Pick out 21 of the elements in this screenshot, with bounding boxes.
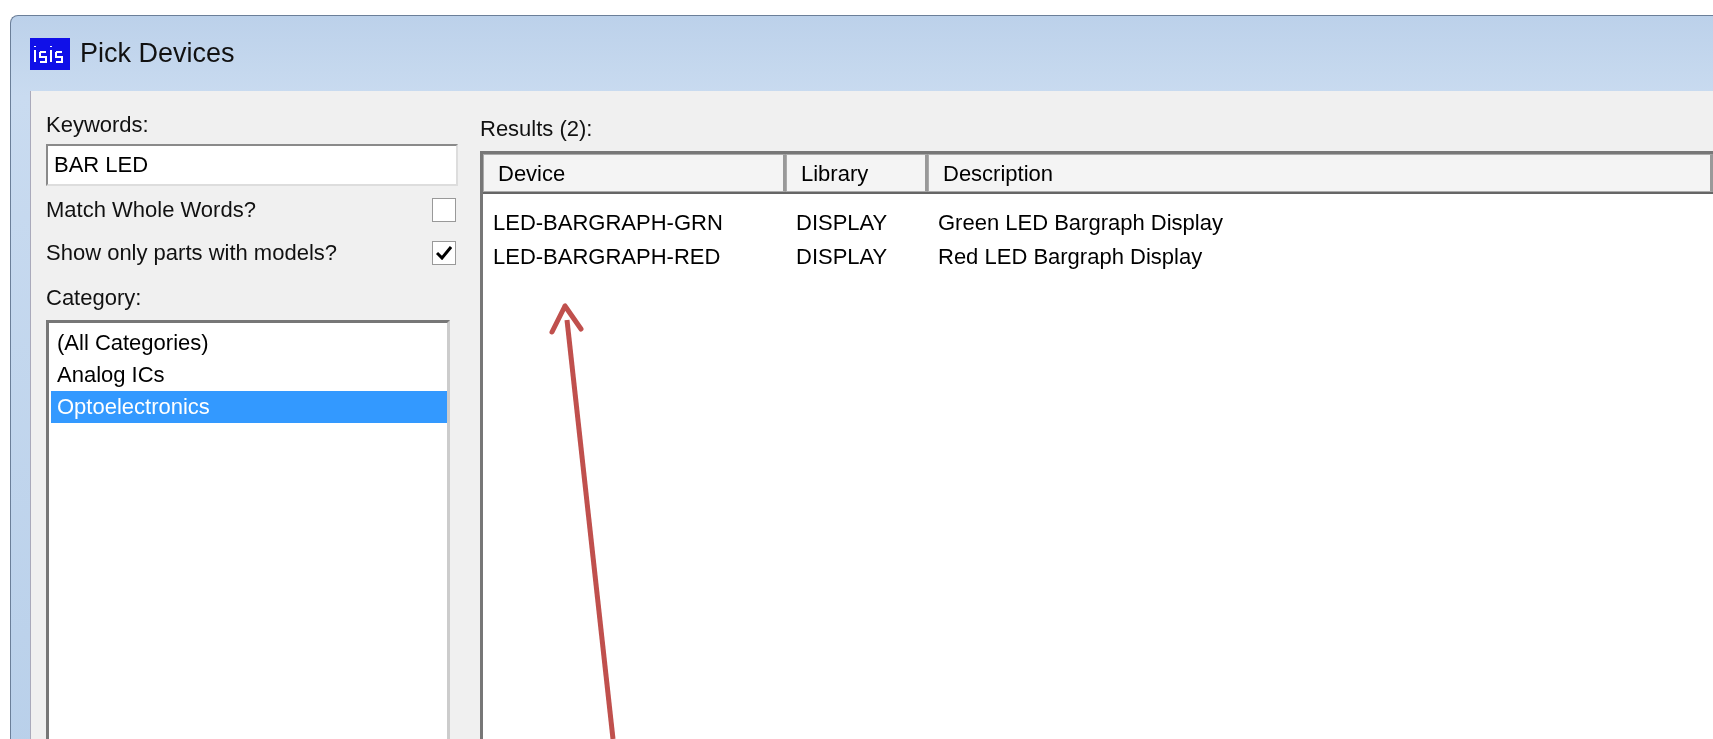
table-cell-text: DISPLAY [795, 210, 889, 236]
checkbox[interactable] [432, 197, 456, 222]
option-label: Match Whole Words? [46, 195, 256, 224]
app-logo-icon [30, 37, 70, 70]
category-item[interactable]: (All Categories) [51, 327, 447, 359]
keywords-field[interactable]: BAR LED [46, 144, 458, 186]
table-cell-text: Green LED Bargraph Display [937, 210, 1223, 236]
column-header[interactable]: Device [483, 154, 786, 192]
column-header[interactable]: Description [928, 154, 1713, 192]
table-cell-text: LED-BARGRAPH-GRN [492, 210, 724, 236]
results-label: Results (2): [480, 115, 594, 143]
table-cell-text: DISPLAY [795, 244, 889, 270]
window-title: Pick Devices [80, 38, 235, 69]
keywords-label: Keywords: [46, 111, 150, 139]
checkbox[interactable] [432, 240, 456, 265]
category-item[interactable]: Analog ICs [51, 359, 447, 391]
column-header[interactable]: Library [786, 154, 928, 192]
option-label: Show only parts with models? [46, 238, 338, 267]
category-label: Category: [46, 284, 143, 312]
table-cell-text: LED-BARGRAPH-RED [492, 244, 722, 270]
table-cell-text: Red LED Bargraph Display [937, 244, 1203, 270]
